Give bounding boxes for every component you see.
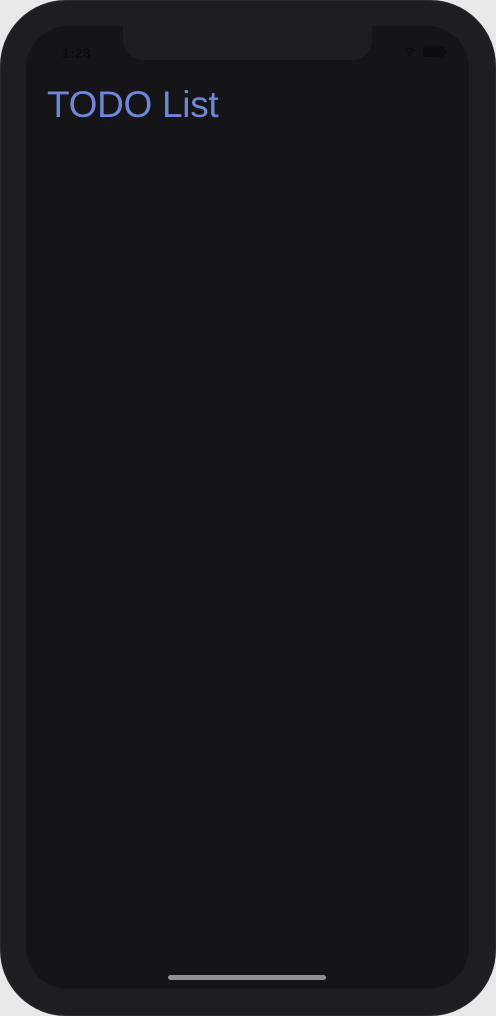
battery-icon [423,46,447,57]
device-notch [123,26,372,60]
home-indicator[interactable] [168,975,326,980]
status-time: 1:28 [62,45,91,61]
app-screen: 1:28 TODO List [26,26,469,989]
status-icons [402,46,447,57]
wifi-icon [402,46,417,57]
device-frame: 1:28 TODO List [0,0,496,1016]
page-title: TODO List [47,84,219,125]
